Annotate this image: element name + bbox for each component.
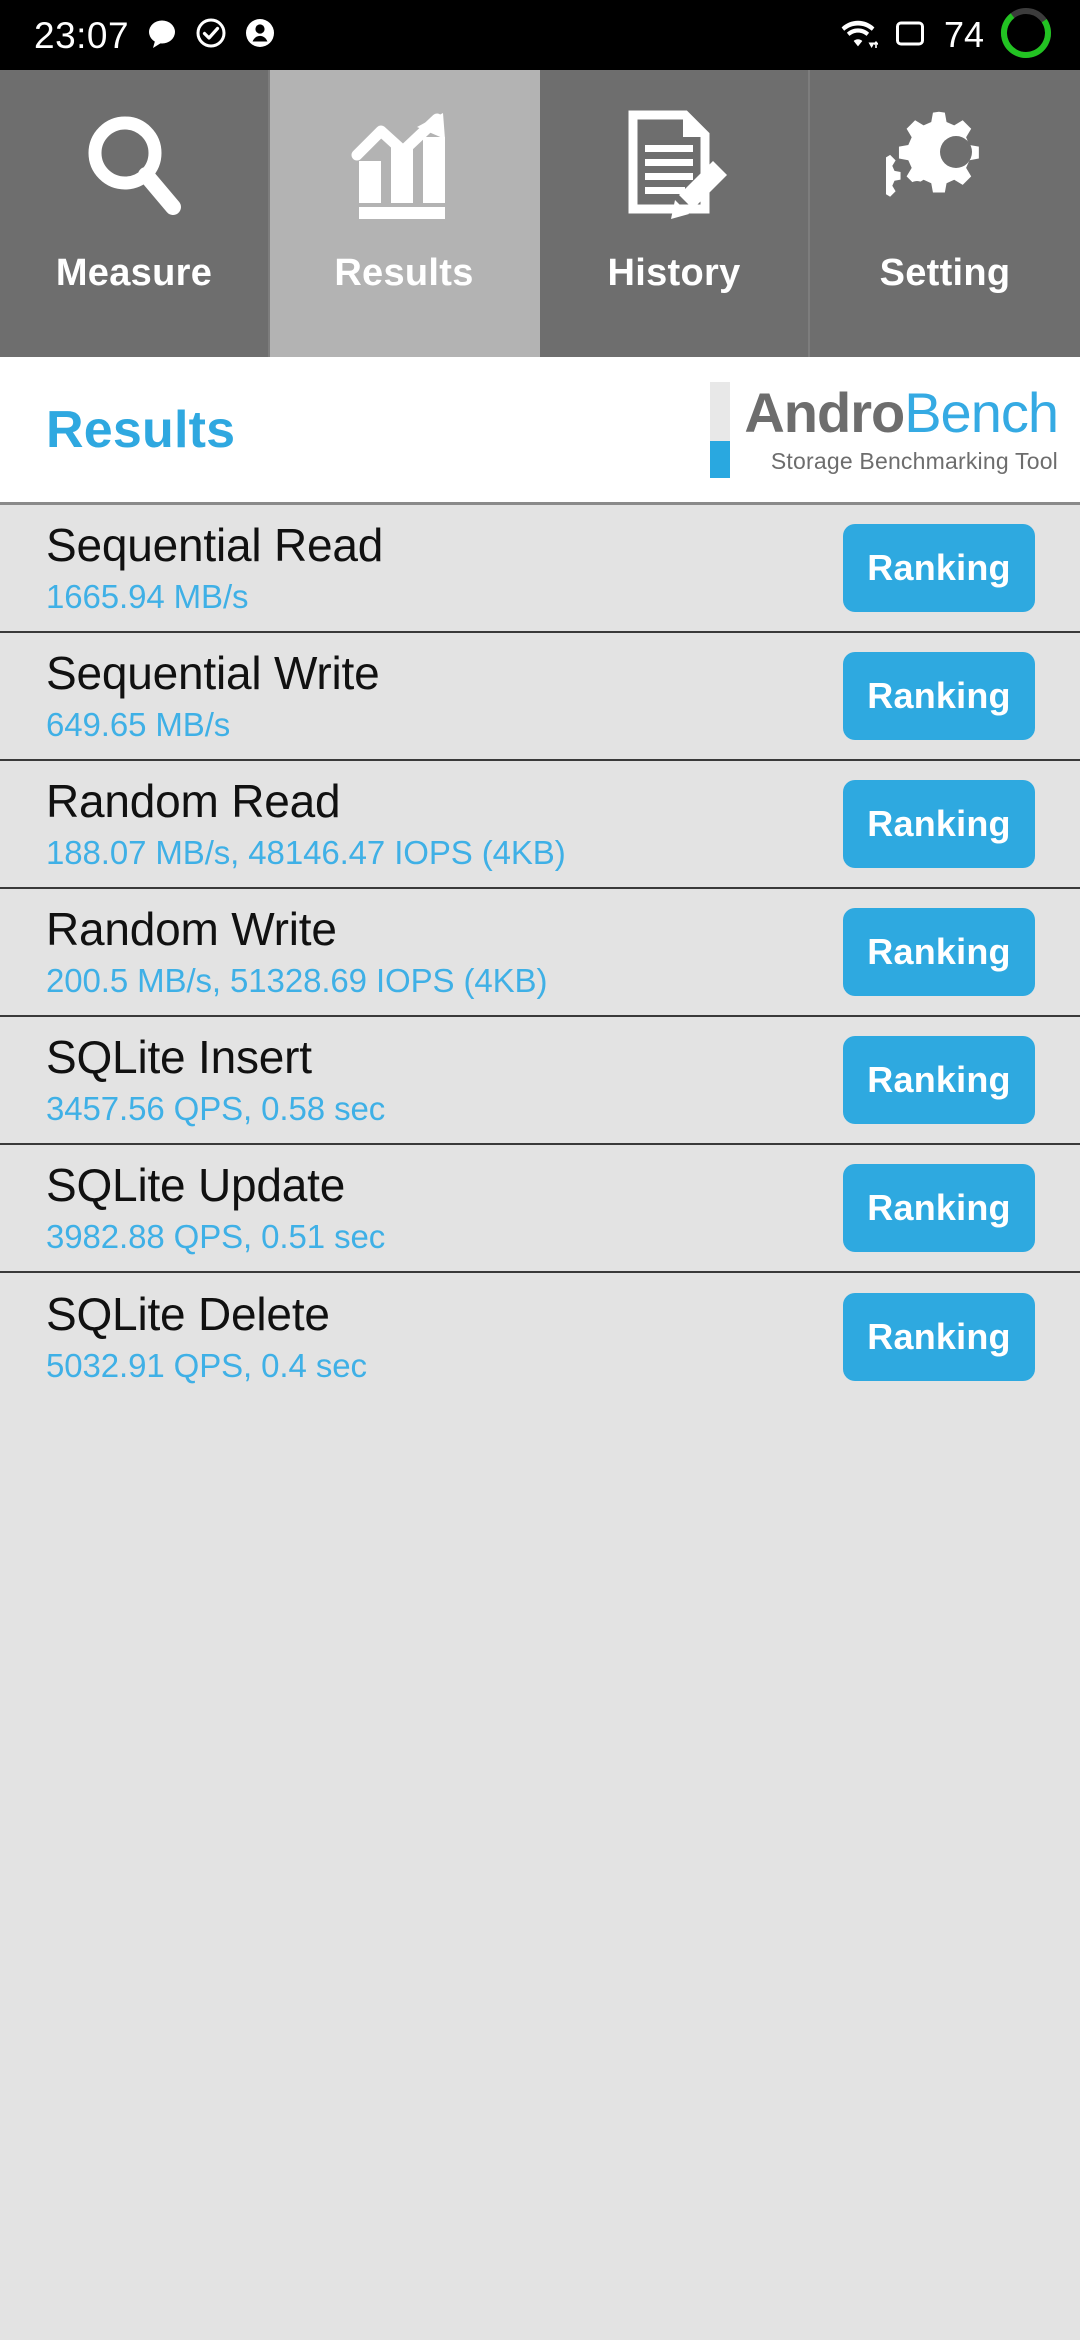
result-value: 188.07 MB/s, 48146.47 IOPS (4KB)	[46, 834, 566, 872]
person-icon	[244, 17, 276, 54]
result-name: SQLite Delete	[46, 1287, 330, 1340]
logo-bar-bottom-segment	[710, 441, 731, 478]
ranking-button[interactable]: Ranking	[843, 524, 1035, 612]
result-value: 3982.88 QPS, 0.51 sec	[46, 1218, 386, 1256]
logo-tagline: Storage Benchmarking Tool	[770, 447, 1058, 474]
tab-measure[interactable]: Measure	[0, 70, 270, 357]
result-name: Sequential Write	[46, 646, 380, 699]
empty-list-area	[0, 1401, 1080, 2340]
chat-bubble-icon	[146, 17, 178, 54]
ranking-button[interactable]: Ranking	[843, 1036, 1035, 1124]
ranking-button[interactable]: Ranking	[843, 908, 1035, 996]
document-pencil-icon	[609, 106, 739, 226]
result-text-block: SQLite Update 3982.88 QPS, 0.51 sec	[46, 1158, 386, 1256]
main-tab-bar: Measure Results History Setting	[0, 70, 1080, 357]
result-value: 200.5 MB/s, 51328.69 IOPS (4KB)	[46, 962, 548, 1000]
table-row[interactable]: SQLite Insert 3457.56 QPS, 0.58 sec Rank…	[0, 1017, 1080, 1145]
logo-accent-bar	[710, 381, 731, 478]
status-bar-left: 23:07	[34, 17, 276, 54]
results-list: Sequential Read 1665.94 MB/s Ranking Seq…	[0, 505, 1080, 1401]
status-bar: 23:07 74	[0, 0, 1080, 70]
logo-bench-text: Bench	[904, 381, 1059, 445]
result-value: 1665.94 MB/s	[46, 578, 249, 616]
logo-andro-text: Andro	[744, 381, 905, 445]
ranking-button[interactable]: Ranking	[843, 780, 1035, 868]
result-value: 3457.56 QPS, 0.58 sec	[46, 1090, 386, 1128]
result-name: Random Read	[46, 774, 341, 827]
table-row[interactable]: Sequential Read 1665.94 MB/s Ranking	[0, 505, 1080, 633]
tab-setting[interactable]: Setting	[810, 70, 1080, 357]
check-circle-icon	[195, 17, 227, 54]
app-screen: 23:07 74 Measure Results History Setting…	[0, 0, 1080, 2340]
table-row[interactable]: SQLite Delete 5032.91 QPS, 0.4 sec Ranki…	[0, 1273, 1080, 1401]
tab-setting-label: Setting	[879, 252, 1011, 294]
tab-measure-label: Measure	[55, 252, 213, 294]
result-name: Random Write	[46, 902, 337, 955]
result-name: Sequential Read	[46, 518, 384, 571]
ranking-button[interactable]: Ranking	[843, 652, 1035, 740]
tab-history-label: History	[607, 252, 741, 294]
battery-percent-label: 74	[943, 14, 984, 55]
result-text-block: Random Read 188.07 MB/s, 48146.47 IOPS (…	[46, 774, 566, 872]
ranking-button[interactable]: Ranking	[843, 1293, 1035, 1381]
ranking-button[interactable]: Ranking	[843, 1164, 1035, 1252]
status-clock: 23:07	[34, 14, 130, 56]
battery-ring-icon	[998, 5, 1054, 66]
app-header: Results AndroBench Storage Benchmarking …	[0, 357, 1080, 505]
tab-history[interactable]: History	[540, 70, 810, 357]
result-text-block: Random Write 200.5 MB/s, 51328.69 IOPS (…	[46, 902, 548, 1000]
tab-results[interactable]: Results	[270, 70, 540, 357]
table-row[interactable]: SQLite Update 3982.88 QPS, 0.51 sec Rank…	[0, 1145, 1080, 1273]
table-row[interactable]: Random Read 188.07 MB/s, 48146.47 IOPS (…	[0, 761, 1080, 889]
wifi-icon	[838, 15, 879, 56]
gears-icon	[880, 106, 1010, 226]
androbench-logo: AndroBench Storage Benchmarking Tool	[710, 381, 1059, 478]
table-row[interactable]: Random Write 200.5 MB/s, 51328.69 IOPS (…	[0, 889, 1080, 1017]
logo-bar-top-segment	[710, 381, 731, 442]
result-text-block: SQLite Insert 3457.56 QPS, 0.58 sec	[46, 1030, 386, 1128]
result-text-block: SQLite Delete 5032.91 QPS, 0.4 sec	[46, 1287, 367, 1385]
magnifier-icon	[69, 106, 199, 226]
tab-results-label: Results	[334, 252, 474, 294]
result-name: SQLite Insert	[46, 1030, 312, 1083]
status-bar-right: 74	[838, 5, 1054, 66]
result-value: 5032.91 QPS, 0.4 sec	[46, 1347, 367, 1385]
page-title: Results	[46, 400, 236, 459]
logo-wordmark: AndroBench	[744, 381, 1059, 445]
result-name: SQLite Update	[46, 1158, 346, 1211]
sim-square-icon	[892, 16, 928, 55]
table-row[interactable]: Sequential Write 649.65 MB/s Ranking	[0, 633, 1080, 761]
bar-chart-arrow-icon	[339, 106, 469, 226]
result-text-block: Sequential Write 649.65 MB/s	[46, 646, 380, 744]
logo-text-block: AndroBench Storage Benchmarking Tool	[744, 381, 1059, 478]
result-text-block: Sequential Read 1665.94 MB/s	[46, 518, 384, 616]
result-value: 649.65 MB/s	[46, 706, 231, 744]
